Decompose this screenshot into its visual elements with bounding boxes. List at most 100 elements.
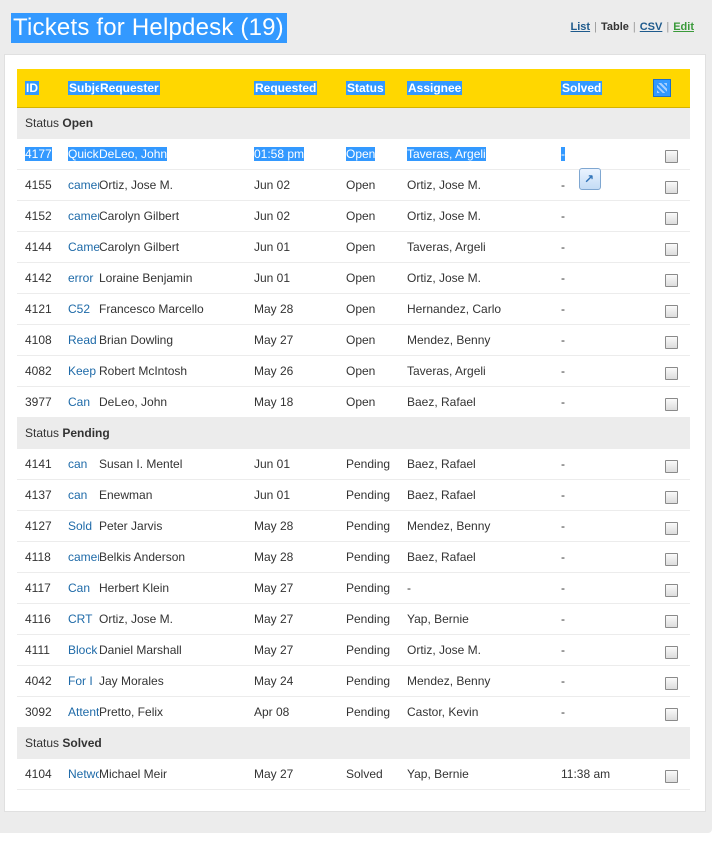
cell-subject[interactable]: For I xyxy=(68,665,99,697)
table-row[interactable]: 4141 can Susan I. Mentel Jun 01 Pending Baez,… xyxy=(17,448,690,480)
row-checkbox-cell[interactable] xyxy=(653,138,690,170)
view-list-link[interactable]: List xyxy=(571,21,591,33)
column-header-subject[interactable]: Subject xyxy=(68,69,99,108)
table-row[interactable]: 4111 Block Daniel Marshall May 27 Pending Ort… xyxy=(17,634,690,666)
row-checkbox[interactable] xyxy=(665,181,678,194)
row-checkbox-cell[interactable] xyxy=(653,696,690,728)
select-all-icon[interactable] xyxy=(653,79,671,97)
row-checkbox[interactable] xyxy=(665,336,678,349)
ticket-subject-link[interactable]: For I xyxy=(68,674,93,688)
row-checkbox-cell[interactable] xyxy=(653,448,690,480)
ticket-subject-link[interactable]: Sold xyxy=(68,519,92,533)
table-row[interactable]: 4142 error Loraine Benjamin Jun 01 Open Ortiz… xyxy=(17,262,690,294)
ticket-subject-link[interactable]: Quick question xyxy=(68,147,99,161)
cell-subject[interactable]: camera xyxy=(68,541,99,573)
cell-subject[interactable]: camera xyxy=(68,200,99,232)
column-header-assignee[interactable]: Assignee xyxy=(407,69,561,108)
cell-subject[interactable]: Keep xyxy=(68,355,99,387)
cell-subject[interactable]: camera issue xyxy=(68,169,99,201)
row-checkbox[interactable] xyxy=(665,212,678,225)
column-header-solved[interactable]: Solved xyxy=(561,69,653,108)
row-checkbox[interactable] xyxy=(665,398,678,411)
row-checkbox-cell[interactable] xyxy=(653,603,690,635)
table-row[interactable]: 4118 cameraBelkis Anderson May 28 Pending Ba… xyxy=(17,541,690,573)
row-checkbox-cell[interactable] xyxy=(653,758,690,790)
table-row[interactable]: 4042 For I Jay Morales May 24 Pending Mendez,… xyxy=(17,665,690,697)
cell-subject[interactable]: Network xyxy=(68,758,99,790)
ticket-subject-link[interactable]: camera issue xyxy=(68,178,99,192)
ticket-subject-link[interactable]: Network xyxy=(68,767,99,781)
ticket-subject-link[interactable]: Camera xyxy=(68,240,99,254)
column-header-requester[interactable]: Requester xyxy=(99,69,254,108)
table-row[interactable]: 4144 CameraCarolyn Gilbert Jun 01 Open Taver… xyxy=(17,231,690,263)
row-checkbox-cell[interactable] xyxy=(653,324,690,356)
row-checkbox[interactable] xyxy=(665,367,678,380)
row-checkbox[interactable] xyxy=(665,584,678,597)
cell-subject[interactable]: Sold xyxy=(68,510,99,542)
row-checkbox[interactable] xyxy=(665,243,678,256)
ticket-subject-link[interactable]: Block xyxy=(68,643,97,657)
ticket-subject-link[interactable]: Can xyxy=(68,395,90,409)
table-row[interactable]: 4137 can Enewman Jun 01 Pending Baez, Rafael - xyxy=(17,479,690,511)
row-checkbox-cell[interactable] xyxy=(653,572,690,604)
cell-subject[interactable]: Read xyxy=(68,324,99,356)
row-checkbox-cell[interactable] xyxy=(653,169,690,201)
table-row[interactable]: 4108 Read Brian Dowling May 27 Open Mendez, B… xyxy=(17,324,690,356)
ticket-subject-link[interactable]: Read xyxy=(68,333,97,347)
ticket-subject-link[interactable]: can xyxy=(68,457,87,471)
ticket-subject-link[interactable]: can xyxy=(68,488,87,502)
external-link-icon[interactable]: ↗ xyxy=(579,168,601,190)
row-checkbox-cell[interactable] xyxy=(653,634,690,666)
edit-view-link[interactable]: Edit xyxy=(673,21,694,33)
column-header-status[interactable]: Status xyxy=(346,69,407,108)
row-checkbox-cell[interactable] xyxy=(653,541,690,573)
row-checkbox[interactable] xyxy=(665,522,678,535)
table-row[interactable]: 4117 Can Herbert Klein May 27 Pending - - xyxy=(17,572,690,604)
column-header-requested[interactable]: Requested xyxy=(254,69,346,108)
ticket-subject-link[interactable]: Can xyxy=(68,581,90,595)
row-checkbox[interactable] xyxy=(665,615,678,628)
row-checkbox[interactable] xyxy=(665,305,678,318)
ticket-subject-link[interactable]: CRT xyxy=(68,612,92,626)
ticket-subject-link[interactable]: Keep xyxy=(68,364,96,378)
table-row[interactable]: 4177 Quick questionDeLeo, John 01:58 pm Ope… xyxy=(17,138,690,170)
table-row[interactable]: 4152 cameraCarolyn Gilbert Jun 02 Open Ortiz… xyxy=(17,200,690,232)
cell-subject[interactable]: Quick question xyxy=(68,138,99,170)
table-row[interactable]: 4116 CRT Ortiz, Jose M. May 27 Pending Yap, B… xyxy=(17,603,690,635)
cell-subject[interactable]: can xyxy=(68,479,99,511)
cell-subject[interactable]: C52 xyxy=(68,293,99,325)
row-checkbox-cell[interactable] xyxy=(653,200,690,232)
row-checkbox[interactable] xyxy=(665,553,678,566)
ticket-subject-link[interactable]: error xyxy=(68,271,93,285)
row-checkbox-cell[interactable] xyxy=(653,386,690,418)
row-checkbox-cell[interactable] xyxy=(653,665,690,697)
table-row[interactable]: 3092 AttentionPretto, Felix Apr 08 Pending C… xyxy=(17,696,690,728)
ticket-subject-link[interactable]: Attention xyxy=(68,705,99,719)
cell-subject[interactable]: can xyxy=(68,448,99,480)
view-csv-link[interactable]: CSV xyxy=(640,21,663,33)
row-checkbox[interactable] xyxy=(665,491,678,504)
cell-subject[interactable]: Attention xyxy=(68,696,99,728)
row-checkbox-cell[interactable] xyxy=(653,231,690,263)
cell-subject[interactable]: Camera xyxy=(68,231,99,263)
row-checkbox[interactable] xyxy=(665,460,678,473)
table-row[interactable]: 3977 Can DeLeo, John May 18 Open Baez, Rafael… xyxy=(17,386,690,418)
row-checkbox[interactable] xyxy=(665,274,678,287)
ticket-subject-link[interactable]: camera xyxy=(68,550,99,564)
cell-subject[interactable]: CRT xyxy=(68,603,99,635)
select-all-checkbox-cell[interactable] xyxy=(653,69,690,108)
ticket-subject-link[interactable]: C52 xyxy=(68,302,90,316)
cell-subject[interactable]: error xyxy=(68,262,99,294)
table-row[interactable]: 4104 NetworkMichael Meir May 27 Solved Yap, … xyxy=(17,758,690,790)
column-header-id[interactable]: ID xyxy=(17,69,68,108)
row-checkbox[interactable] xyxy=(665,677,678,690)
row-checkbox[interactable] xyxy=(665,770,678,783)
row-checkbox[interactable] xyxy=(665,708,678,721)
row-checkbox-cell[interactable] xyxy=(653,479,690,511)
row-checkbox[interactable] xyxy=(665,646,678,659)
ticket-subject-link[interactable]: camera xyxy=(68,209,99,223)
table-row[interactable]: 4121 C52 Francesco Marcello May 28 Open Herna… xyxy=(17,293,690,325)
row-checkbox[interactable] xyxy=(665,150,678,163)
row-checkbox-cell[interactable] xyxy=(653,510,690,542)
table-row[interactable]: 4127 Sold Peter Jarvis May 28 Pending Mendez,… xyxy=(17,510,690,542)
